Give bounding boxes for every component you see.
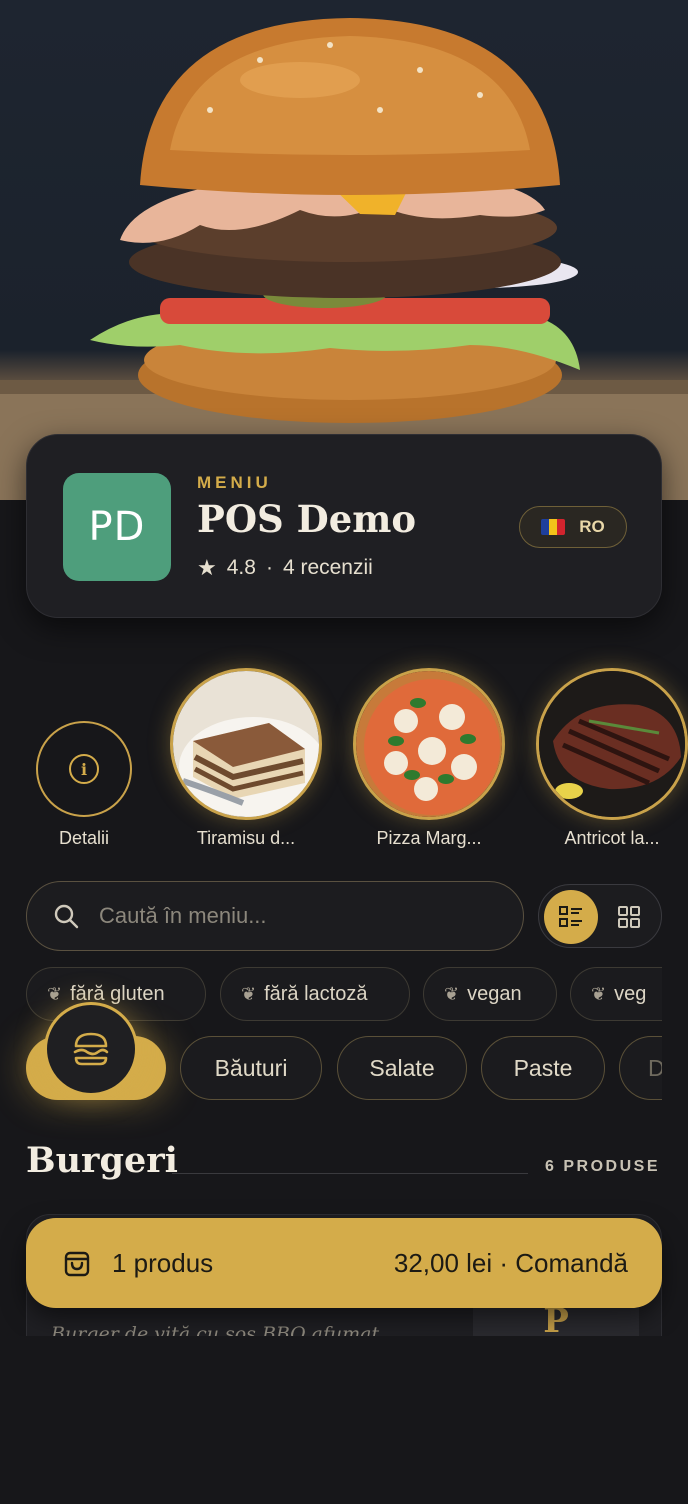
hero-burger-image [0,0,688,500]
story-label: Tiramisu d... [196,828,296,848]
story-pizza[interactable]: Pizza Marg... [353,668,505,848]
burger-icon [73,1032,109,1066]
list-view-button[interactable] [544,890,598,944]
category-burgers-icon-wrap[interactable] [44,1002,138,1096]
category-label: D [648,1055,662,1082]
cart-order-bar[interactable]: 1 produs 32,00 lei · Comandă [26,1218,662,1308]
story-thumbnail [353,668,505,820]
section-title: Burgeri [26,1140,178,1181]
search-input[interactable] [99,903,479,929]
reviews-count: 4 recenzii [282,556,373,579]
story-thumbnail [536,668,688,820]
category-drinks[interactable]: Băuturi [180,1036,322,1100]
leaf-icon: ❦ [591,983,607,1004]
story-label: Pizza Marg... [376,828,482,848]
filter-chip-lactose-free[interactable]: ❦ fără lactoză [220,967,410,1021]
chip-label: fără lactoză [264,982,368,1005]
view-mode-toggle [538,884,662,948]
restaurant-logo: PD [63,473,171,581]
story-details[interactable]: i [36,721,132,817]
story-tiramisu[interactable]: Tiramisu d... [170,668,322,848]
search-bar[interactable] [26,881,524,951]
story-label: Detalii [58,828,110,848]
category-label: Paste [513,1054,573,1081]
language-button[interactable]: RO [519,506,627,548]
list-icon [559,906,582,927]
restaurant-name: POS Demo [197,497,417,541]
category-label: Salate [369,1054,435,1081]
filter-chip-vegan[interactable]: ❦ vegan [423,967,557,1021]
menu-eyebrow: MENIU [197,473,272,492]
rating-value: 4.8 [226,556,256,579]
category-desserts[interactable]: D [619,1036,662,1100]
category-salads[interactable]: Salate [337,1036,467,1100]
story-label: Antricot la... [564,828,660,848]
restaurant-info-card: PD MENIU POS Demo ★ 4.8 · 4 recenzii RO [26,434,662,618]
leaf-icon: ❦ [47,983,63,1004]
chip-label: vegan [467,982,522,1005]
rating-separator: · [265,556,273,579]
grid-icon [618,906,640,928]
language-code: RO [579,517,605,536]
romania-flag-icon [541,519,566,535]
filter-chip-vegetarian[interactable]: ❦ veg [570,967,662,1021]
leaf-icon: ❦ [444,983,460,1004]
shopping-bag-icon [64,1251,90,1277]
cart-item-count: 1 produs [112,1247,214,1278]
rating-row[interactable]: ★ 4.8 · 4 recenzii [197,555,373,581]
section-divider [172,1173,528,1174]
category-pasta[interactable]: Paste [481,1036,605,1100]
category-label: Băuturi [214,1054,288,1081]
cart-total-order: 32,00 lei · Comandă [393,1247,628,1278]
grid-view-button[interactable] [602,890,656,944]
logo-initials: PD [88,504,146,550]
section-count: 6 PRODUSE [545,1158,660,1175]
star-icon: ★ [197,555,217,580]
info-icon: i [69,754,99,784]
leaf-icon: ❦ [241,983,257,1004]
chip-label: veg [614,982,647,1005]
story-steak[interactable]: Antricot la... [536,668,688,848]
bottom-blank-area [0,1336,688,1504]
story-thumbnail [170,668,322,820]
search-icon [54,904,79,929]
